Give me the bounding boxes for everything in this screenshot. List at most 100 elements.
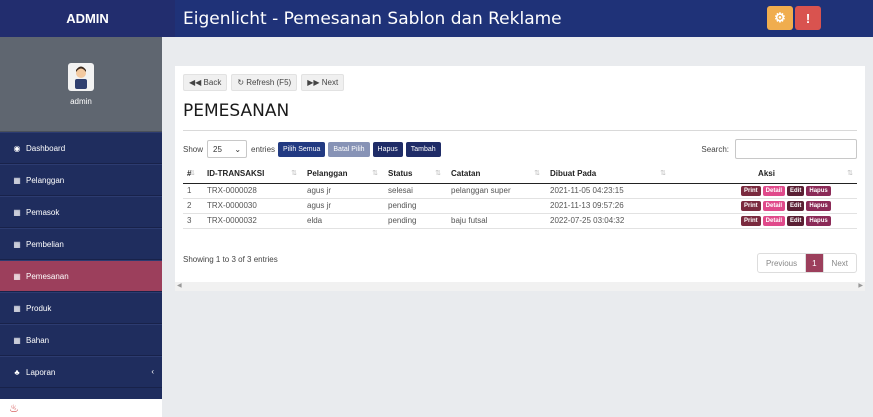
nav-toolbar: ◀◀ Back ↻ Refresh (F5) ▶▶ Next	[183, 74, 345, 91]
table-row[interactable]: 1 TRX-0000028 agus jr selesai pelanggan …	[183, 183, 857, 199]
page-title: PEMESANAN	[183, 101, 290, 121]
table-row[interactable]: 2 TRX-0000030 agus jr pending 2021-11-13…	[183, 198, 857, 214]
user-avatar-icon	[75, 66, 87, 89]
column-header[interactable]: Aksi ⇅	[670, 165, 857, 184]
sidebar-item-bahan[interactable]: ▦ Bahan	[0, 324, 162, 356]
dashboard-icon: ◉	[13, 143, 21, 153]
sidebar-item-pemesanan[interactable]: ▦ Pemesanan	[0, 260, 162, 292]
detail-button[interactable]: Detail	[762, 201, 786, 211]
delete-row-button[interactable]: Hapus	[806, 201, 831, 211]
gear-icon: ⚙	[774, 10, 786, 25]
app-title: Eigenlicht - Pemesanan Sablon dan Reklam…	[183, 8, 562, 29]
delete-row-button[interactable]: Hapus	[806, 216, 831, 226]
delete-row-button[interactable]: Hapus	[806, 186, 831, 196]
table-icon: ▦	[13, 271, 21, 281]
entries-select[interactable]: 25 ⌄	[207, 140, 248, 158]
table-controls: Show 25 ⌄ entries Pilih Semua Batal Pili…	[183, 139, 857, 159]
refresh-button[interactable]: ↻ Refresh (F5)	[231, 74, 298, 91]
sidebar-item-produk[interactable]: ▦ Produk	[0, 292, 162, 324]
sidebar-item-label: Pemesanan	[26, 271, 69, 281]
show-label: Show	[183, 144, 204, 154]
column-header[interactable]: Pelanggan ⇅	[301, 165, 382, 184]
top-bar: Eigenlicht - Pemesanan Sablon dan Reklam…	[175, 0, 873, 37]
table-header-row: # ⇅ ID-TRANSAKSI ⇅ Pelanggan ⇅ Status ⇅ Cata…	[183, 165, 857, 184]
logo-icon: ♨	[9, 403, 19, 415]
sidebar-item-label: Dashboard	[26, 143, 66, 153]
page-1-button[interactable]: 1	[806, 254, 824, 272]
sidebar-item-pelanggan[interactable]: ▦ Pelanggan	[0, 164, 162, 196]
sidebar-item-label: Pembelian	[26, 239, 64, 249]
sidebar: admin ◉ Dashboard ▦ Pelanggan ▦ Pemasok …	[0, 37, 162, 417]
deselect-button[interactable]: Batal Pilih	[328, 141, 370, 157]
refresh-icon: ↻	[237, 78, 245, 87]
back-button[interactable]: ◀◀ Back	[183, 74, 228, 91]
divider	[183, 130, 857, 131]
next-page-button[interactable]: Next	[824, 254, 856, 272]
detail-button[interactable]: Detail	[762, 216, 786, 226]
next-button[interactable]: ▶▶ Next	[301, 74, 345, 91]
search-input[interactable]	[735, 139, 857, 159]
table-info: Showing 1 to 3 of 3 entries	[183, 255, 278, 264]
print-button[interactable]: Print	[741, 186, 761, 196]
double-left-icon: ◀◀	[189, 78, 202, 87]
sidebar-item-label: Pemasok	[26, 207, 60, 217]
report-icon: ♣	[14, 367, 20, 377]
sidebar-item-pemasok[interactable]: ▦ Pemasok	[0, 196, 162, 228]
avatar	[68, 62, 94, 91]
sidebar-item-dashboard[interactable]: ◉ Dashboard	[0, 132, 162, 164]
brand-title[interactable]: ADMIN	[0, 0, 175, 37]
detail-button[interactable]: Detail	[762, 186, 786, 196]
sort-icon: ⇅	[372, 170, 378, 177]
column-header[interactable]: Dibuat Pada ⇅	[544, 165, 670, 184]
chevron-left-icon: ‹	[151, 367, 154, 376]
edit-button[interactable]: Edit	[787, 216, 805, 226]
search: Search:	[701, 139, 857, 159]
row-actions: Print Detail Edit Hapus	[670, 183, 857, 199]
row-actions: Print Detail Edit Hapus	[670, 198, 857, 214]
sidebar-footer: ♨	[0, 399, 162, 417]
sidebar-item-laporan[interactable]: ♣ Laporan ‹	[0, 356, 162, 388]
double-right-icon: ▶▶	[307, 78, 320, 87]
add-button[interactable]: Tambah	[405, 141, 441, 157]
sort-icon: ⇅	[660, 170, 666, 177]
chevron-down-icon: ⌄	[234, 144, 242, 154]
column-header[interactable]: ID-TRANSAKSI ⇅	[199, 165, 301, 184]
delete-button[interactable]: Hapus	[372, 141, 403, 157]
scroll-left-icon[interactable]: ◀	[177, 282, 182, 291]
sidebar-item-label: Bahan	[26, 335, 50, 345]
column-header[interactable]: Status ⇅	[382, 165, 445, 184]
sort-icon: ⇅	[291, 170, 297, 177]
orders-table: # ⇅ ID-TRANSAKSI ⇅ Pelanggan ⇅ Status ⇅ Cata…	[183, 165, 857, 229]
alert-icon: !	[805, 10, 811, 26]
content-panel: ◀◀ Back ↻ Refresh (F5) ▶▶ Next PEMESANAN…	[175, 66, 865, 291]
table-icon: ▦	[13, 303, 21, 313]
user-profile: admin	[0, 37, 162, 132]
sidebar-item-label: Laporan	[26, 367, 56, 377]
column-header[interactable]: Catatan ⇅	[445, 165, 544, 184]
print-button[interactable]: Print	[741, 216, 761, 226]
search-label: Search:	[701, 144, 729, 154]
pagination: Previous 1 Next	[756, 253, 857, 273]
sidebar-item-pembelian[interactable]: ▦ Pembelian	[0, 228, 162, 260]
settings-button[interactable]: ⚙	[767, 6, 793, 30]
column-header[interactable]: # ⇅	[183, 165, 199, 184]
print-button[interactable]: Print	[741, 201, 761, 211]
previous-page-button[interactable]: Previous	[758, 254, 807, 272]
sort-icon: ⇅	[189, 170, 195, 177]
row-actions: Print Detail Edit Hapus	[670, 213, 857, 229]
sidebar-item-label: Produk	[26, 303, 52, 313]
table-row[interactable]: 3 TRX-0000032 elda pending baju futsal 2…	[183, 213, 857, 229]
horizontal-scrollbar[interactable]: ◀ ▶	[175, 282, 865, 291]
entries-label: entries	[251, 144, 276, 154]
table-icon: ▦	[13, 239, 21, 249]
edit-button[interactable]: Edit	[787, 186, 805, 196]
sort-icon: ⇅	[435, 170, 441, 177]
sort-icon: ⇅	[534, 170, 540, 177]
scroll-right-icon[interactable]: ▶	[858, 282, 863, 291]
table-icon: ▦	[13, 175, 21, 185]
table-icon: ▦	[13, 207, 21, 217]
alert-button[interactable]: !	[795, 6, 821, 30]
sidebar-item-label: Pelanggan	[26, 175, 65, 185]
edit-button[interactable]: Edit	[787, 201, 805, 211]
select-all-button[interactable]: Pilih Semua	[278, 141, 326, 157]
